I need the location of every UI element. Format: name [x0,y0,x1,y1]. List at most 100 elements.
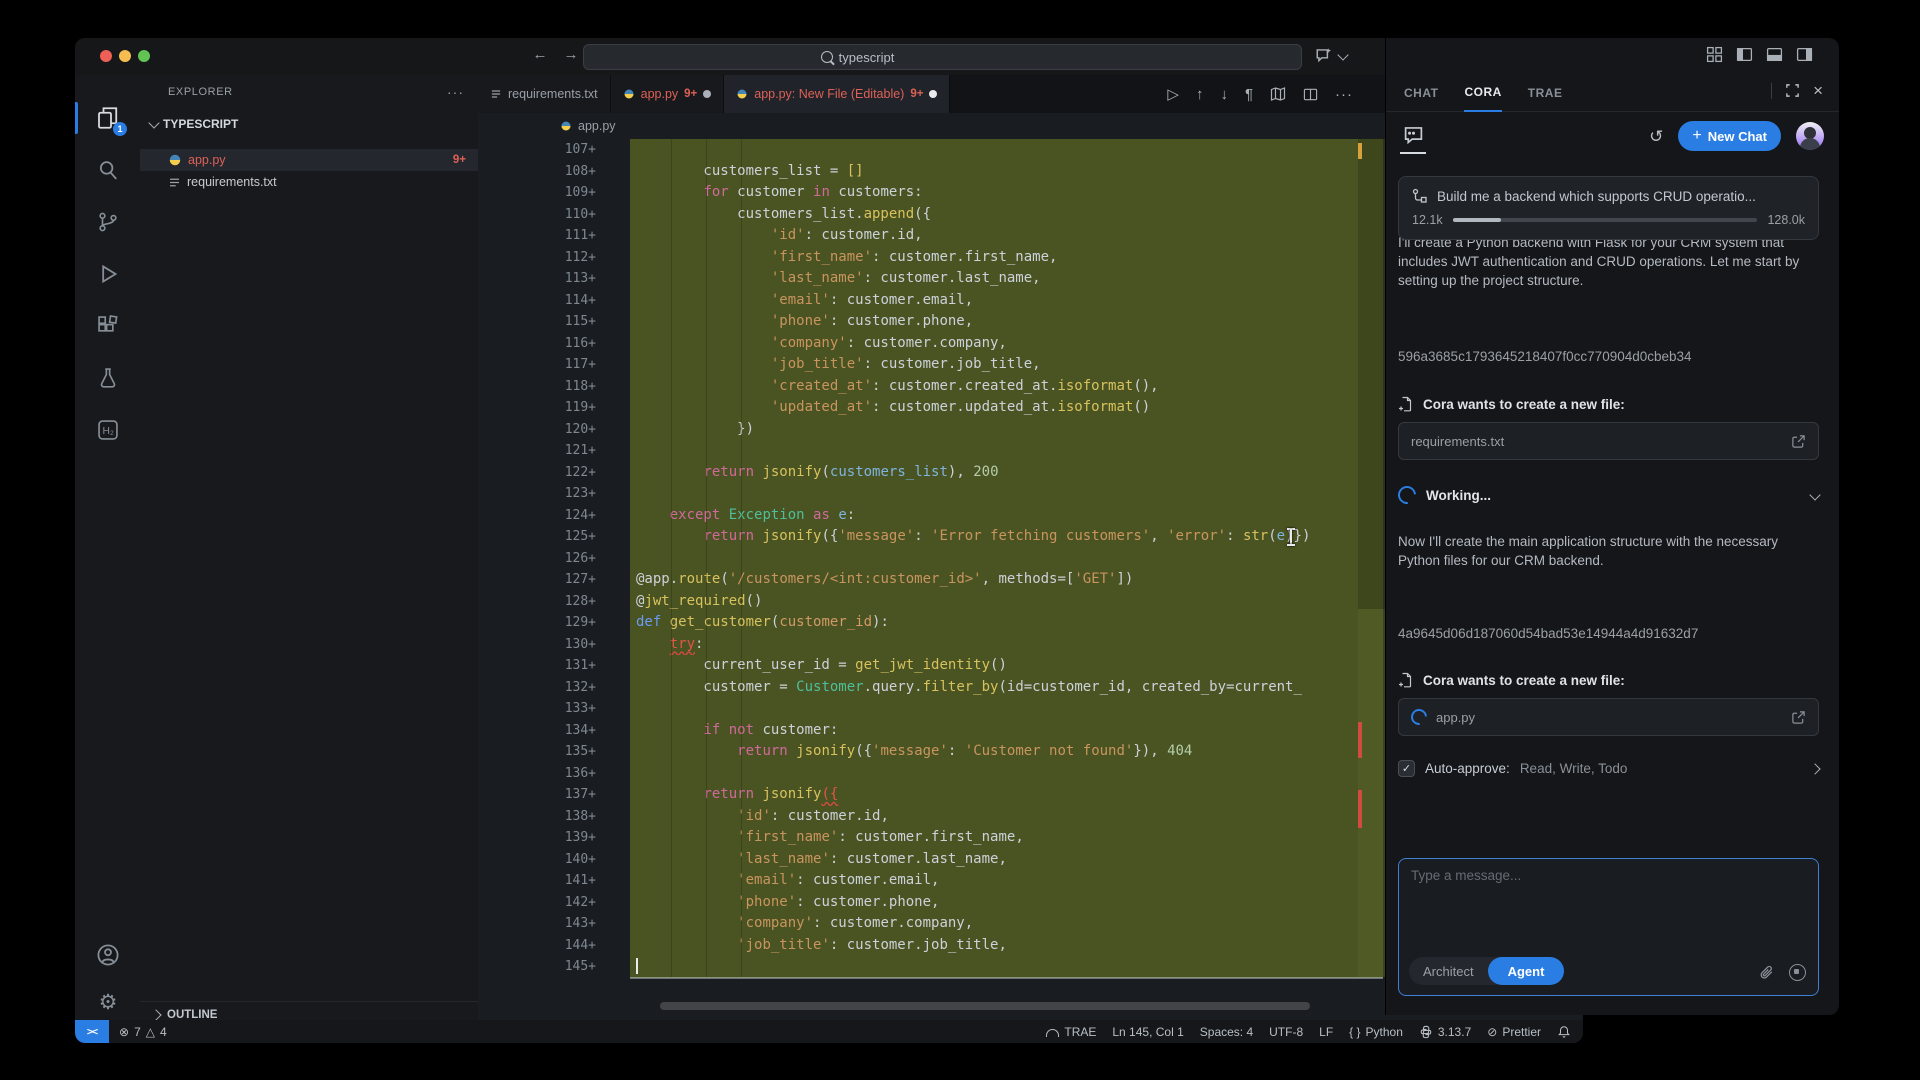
code-text[interactable] [630,483,1383,505]
code-text[interactable]: except Exception as e: [630,505,1383,527]
auto-approve-row[interactable]: ✓ Auto-approve: Read, Write, Todo [1398,760,1819,777]
split-editor-button[interactable] [1303,87,1318,102]
code-text[interactable]: 'email': customer.email, [630,870,1383,892]
tab-app-py[interactable]: app.py 9+ [611,75,725,113]
toggle-sidebar-icon[interactable] [1736,46,1753,63]
close-window-button[interactable] [100,50,112,62]
mode-architect[interactable]: Architect [1409,964,1488,979]
scrollbar-thumb[interactable] [1358,139,1385,609]
formatter[interactable]: ⊘ Prettier [1487,1025,1541,1039]
chevron-down-icon[interactable] [1809,489,1820,500]
sidebar-item-run-debug[interactable] [93,259,123,289]
code-text[interactable] [630,698,1383,720]
minimize-window-button[interactable] [119,50,131,62]
sidebar-item-testing[interactable] [93,363,123,393]
prev-change-button[interactable]: ↑ [1196,86,1204,103]
code-text[interactable]: return jsonify(customers_list), 200 [630,462,1383,484]
eol[interactable]: LF [1319,1025,1333,1039]
code-text[interactable] [630,139,1383,161]
encoding[interactable]: UTF-8 [1269,1025,1303,1039]
tab-requirements-txt[interactable]: requirements.txt [478,75,611,113]
settings-gear-button[interactable]: ⚙ [93,987,123,1017]
ai-chat-menu-button[interactable] [1315,46,1347,64]
code-text[interactable]: 'company': customer.company, [630,913,1383,935]
minimap-toggle-button[interactable] [1270,86,1286,102]
tab-chat[interactable]: CHAT [1404,75,1438,111]
code-text[interactable]: 'first_name': customer.first_name, [630,247,1383,269]
code-text[interactable]: 'phone': customer.phone, [630,892,1383,914]
sidebar-item-docs-tool[interactable]: H₂ [93,415,123,445]
run-file-button[interactable]: ▷ [1167,85,1179,103]
tab-app-py-new-file[interactable]: app.py: New File (Editable) 9+ [724,75,950,113]
code-text[interactable]: try: [630,634,1383,656]
auto-approve-checkbox[interactable]: ✓ [1398,760,1415,777]
dirty-dot-icon[interactable] [703,90,711,98]
code-text[interactable]: 'job_title': customer.job_title, [630,354,1383,376]
more-actions-button[interactable]: ··· [1335,86,1353,103]
whitespace-toggle-button[interactable]: ¶ [1245,86,1253,103]
sidebar-item-extensions[interactable] [93,311,123,341]
python-interpreter[interactable]: 3.13.7 [1419,1025,1471,1039]
close-panel-icon[interactable]: × [1813,82,1823,99]
forward-icon[interactable]: → [561,46,581,63]
code-text[interactable]: if not customer: [630,720,1383,742]
expand-icon[interactable] [1785,83,1800,98]
code-text[interactable]: customers_list.append({ [630,204,1383,226]
next-change-button[interactable]: ↓ [1220,86,1228,103]
toggle-panel-icon[interactable] [1766,46,1783,63]
code-text[interactable]: 'first_name': customer.first_name, [630,827,1383,849]
code-text[interactable]: 'id': customer.id, [630,806,1383,828]
code-text[interactable]: 'last_name': customer.last_name, [630,849,1383,871]
accounts-button[interactable] [93,940,123,970]
history-icon[interactable]: ↺ [1649,128,1663,145]
user-avatar[interactable] [1796,122,1824,150]
code-text[interactable]: 'created_at': customer.created_at.isofor… [630,376,1383,398]
code-text[interactable]: def get_customer(customer_id): [630,612,1383,634]
indentation[interactable]: Spaces: 4 [1200,1025,1253,1039]
problems-errors[interactable]: ⊗ 7 [119,1025,141,1039]
cursor-position[interactable]: Ln 145, Col 1 [1112,1025,1183,1039]
code-text[interactable]: 'updated_at': customer.updated_at.isofor… [630,397,1383,419]
chevron-right-icon[interactable] [1809,763,1820,774]
code-text[interactable]: @app.route('/customers/<int:customer_id>… [630,569,1383,591]
conversation-mode-button[interactable] [1403,124,1424,145]
code-text[interactable] [630,763,1383,785]
new-chat-button[interactable]: + New Chat [1678,121,1781,151]
dirty-dot-icon[interactable] [929,90,937,98]
code-text[interactable]: for customer in customers: [630,182,1383,204]
code-text[interactable] [630,956,1383,978]
problems-warnings[interactable]: △ 4 [146,1025,167,1039]
file-card-app-py[interactable]: app.py [1398,698,1819,736]
code-text[interactable]: 'last_name': customer.last_name, [630,268,1383,290]
trae-status[interactable]: TRAE [1046,1025,1096,1039]
code-text[interactable]: 'email': customer.email, [630,290,1383,312]
tab-trae[interactable]: TRAE [1528,75,1563,111]
sidebar-item-source-control[interactable] [93,207,123,237]
open-external-icon[interactable] [1791,710,1806,725]
tab-cora[interactable]: CORA [1464,74,1501,112]
code-text[interactable] [630,548,1383,570]
task-card[interactable]: Build me a backend which supports CRUD o… [1398,176,1819,240]
code-text[interactable]: }) [630,419,1383,441]
sidebar-item-explorer[interactable]: 1 [93,103,123,133]
project-root[interactable]: TYPESCRIPT [140,113,478,135]
code-text[interactable]: return jsonify({'message': 'Error fetchi… [630,526,1383,548]
code-text[interactable] [630,440,1383,462]
code-text[interactable]: 'job_title': customer.job_title, [630,935,1383,957]
stop-icon[interactable] [1789,964,1806,981]
file-row-app-py[interactable]: app.py 9+ [140,149,478,171]
code-text[interactable]: 'id': customer.id, [630,225,1383,247]
code-text[interactable]: @jwt_required() [630,591,1383,613]
toggle-secondary-sidebar-icon[interactable] [1796,46,1813,63]
open-external-icon[interactable] [1791,434,1806,449]
explorer-more-icon[interactable]: ··· [447,84,464,100]
customize-layout-icon[interactable] [1706,46,1723,63]
code-text[interactable]: return jsonify({'message': 'Customer not… [630,741,1383,763]
chat-messages[interactable]: Build me a backend which supports CRUD o… [1398,162,1819,777]
language-mode[interactable]: { } Python [1349,1025,1403,1039]
notifications-bell-button[interactable] [1557,1025,1571,1039]
code-text[interactable]: 'phone': customer.phone, [630,311,1383,333]
maximize-window-button[interactable] [138,50,150,62]
code-text[interactable]: return jsonify({ [630,784,1383,806]
mode-agent[interactable]: Agent [1488,957,1565,985]
